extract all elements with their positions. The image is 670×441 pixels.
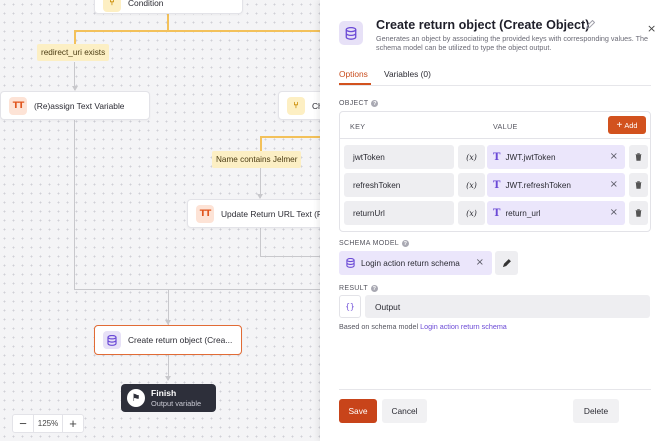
database-icon [346, 258, 355, 268]
choice-node[interactable]: ⑂ Ch [278, 91, 320, 120]
help-icon[interactable]: ? [370, 285, 378, 292]
panel-title: Create return object (Create Object) [376, 18, 590, 32]
remove-value-icon[interactable]: × [610, 207, 618, 218]
result-variable-input[interactable]: Output [365, 295, 650, 318]
create-node-label: Create return object (Crea... [128, 335, 233, 345]
schema-section-label: SCHEMA MODEL ? [339, 240, 409, 247]
key-input[interactable]: jwtToken [344, 145, 454, 169]
value-label: JWT.refreshToken [505, 180, 571, 190]
text-variable-icon: TT [9, 96, 27, 115]
update-return-url-node[interactable]: TT Update Return URL Text (R [187, 199, 320, 228]
finish-title: Finish [151, 388, 177, 398]
value-variable-chip[interactable]: T JWT.refreshToken × [487, 173, 625, 197]
add-label: Add [624, 120, 638, 130]
zoom-out-button[interactable]: − [13, 415, 33, 432]
panel-description: Generates an object by associating the p… [376, 34, 648, 53]
object-table-header: KEY VALUE + Add [340, 112, 650, 139]
remove-value-icon[interactable]: × [610, 179, 618, 190]
condition-node-label: Condition [128, 0, 164, 8]
result-section-label: RESULT ? [339, 285, 378, 292]
expression-toggle[interactable]: (x) [458, 173, 485, 197]
zoom-in-button[interactable]: + [63, 415, 83, 432]
value-column-header: VALUE [493, 122, 518, 131]
value-variable-chip[interactable]: T JWT.jwtToken × [487, 145, 625, 169]
active-tab-indicator [339, 83, 371, 85]
object-row: refreshToken (x) T JWT.refreshToken × [344, 173, 648, 197]
schema-link[interactable]: Login action return schema [420, 322, 507, 331]
trash-icon [635, 181, 642, 189]
edit-title-icon[interactable] [585, 20, 595, 30]
condition-node[interactable]: ⑂ Condition [94, 0, 243, 14]
trash-icon [635, 209, 642, 217]
footer-divider [339, 389, 651, 390]
tab-variables[interactable]: Variables (0) [384, 69, 431, 79]
zoom-control: − 125% + [12, 414, 84, 433]
expression-toggle[interactable]: (x) [458, 145, 485, 169]
trash-icon [635, 153, 642, 161]
create-return-object-node[interactable]: Create return object (Crea... [94, 325, 242, 355]
remove-value-icon[interactable]: × [610, 151, 618, 162]
result-label-text: RESULT [339, 285, 368, 292]
branch-label-redirect[interactable]: redirect_uri exists [37, 44, 110, 61]
object-row: jwtToken (x) T JWT.jwtToken × [344, 145, 648, 169]
plus-icon: + [616, 119, 623, 131]
finish-flag-icon: ⚑ [127, 389, 145, 407]
add-row-button[interactable]: + Add [608, 116, 646, 134]
schema-note-text: Based on schema model [339, 322, 419, 331]
text-type-icon: T [493, 207, 501, 219]
reassign-node-label: (Re)assign Text Variable [34, 100, 125, 111]
finish-node[interactable]: ⚑ Finish Output variable [121, 384, 216, 412]
value-variable-chip[interactable]: T return_url × [487, 201, 625, 225]
object-row: returnUrl (x) T return_url × [344, 201, 648, 225]
text-variable-icon: TT [196, 204, 214, 223]
schema-label-text: SCHEMA MODEL [339, 240, 399, 247]
help-icon[interactable]: ? [402, 240, 409, 247]
finish-subtitle: Output variable [151, 399, 202, 408]
pencil-icon [502, 258, 511, 267]
save-button[interactable]: Save [339, 399, 377, 423]
zoom-level: 125% [33, 415, 63, 432]
delete-row-button[interactable] [629, 173, 648, 197]
reassign-text-node[interactable]: TT (Re)assign Text Variable [0, 91, 150, 120]
expression-toggle[interactable]: (x) [458, 201, 485, 225]
database-icon [103, 331, 121, 349]
object-section-label: OBJECT ? [339, 100, 379, 107]
schema-model-value: Login action return schema [361, 258, 460, 268]
update-url-node-label: Update Return URL Text (R [221, 208, 320, 219]
text-type-icon: T [493, 179, 501, 191]
condition-icon: ⑂ [287, 96, 305, 115]
key-input[interactable]: refreshToken [344, 173, 454, 197]
schema-note: Based on schema model Login action retur… [339, 322, 507, 331]
flow-canvas[interactable]: ⑂ Condition redirect_uri exists TT (Re)a… [0, 0, 320, 441]
tab-divider [339, 85, 651, 86]
key-column-header: KEY [350, 122, 366, 131]
clear-schema-icon[interactable]: × [476, 257, 484, 268]
help-icon[interactable]: ? [371, 100, 379, 107]
tab-options[interactable]: Options [339, 69, 368, 79]
delete-button[interactable]: Delete [573, 399, 619, 423]
value-label: JWT.jwtToken [505, 152, 556, 162]
database-icon [339, 21, 363, 45]
delete-row-button[interactable] [629, 145, 648, 169]
object-label-text: OBJECT [339, 100, 369, 107]
branch-label-jelmer[interactable]: Name contains Jelmer [212, 151, 302, 168]
delete-row-button[interactable] [629, 201, 648, 225]
cancel-button[interactable]: Cancel [382, 399, 427, 423]
schema-model-select[interactable]: Login action return schema × [339, 251, 492, 275]
edit-schema-button[interactable] [495, 251, 518, 275]
node-settings-panel: Create return object (Create Object) × G… [320, 0, 670, 441]
key-input[interactable]: returnUrl [344, 201, 454, 225]
choice-node-label: Ch [312, 100, 320, 111]
condition-icon: ⑂ [103, 0, 121, 12]
object-type-icon: {} [339, 295, 361, 318]
value-label: return_url [505, 208, 541, 218]
object-table: KEY VALUE + Add jwtToken (x) T JWT.jwtTo… [339, 111, 651, 232]
text-type-icon: T [493, 151, 501, 163]
